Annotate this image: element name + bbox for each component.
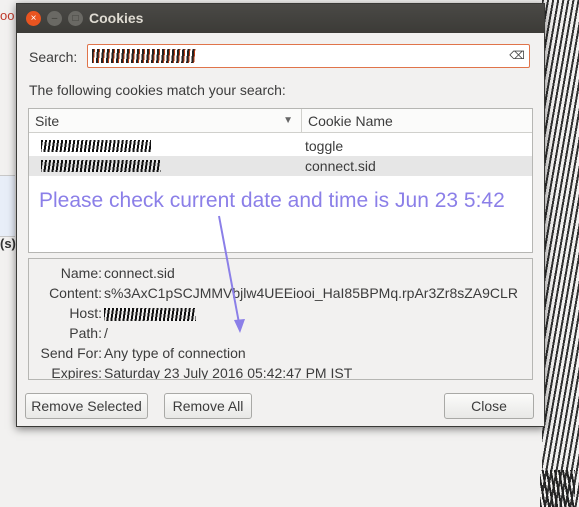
detail-label: Path:	[69, 325, 102, 341]
cookies-dialog: × – □ Cookies Search: ⌫ The following co…	[16, 3, 545, 427]
browser-selected-row-fragment	[0, 175, 15, 237]
cookie-details: Name: connect.sid Content: s%3AxC1pSCJMM…	[28, 258, 533, 380]
minimize-icon[interactable]: –	[47, 11, 62, 26]
detail-host-row: Host:	[29, 303, 532, 323]
sort-down-icon: ▼	[283, 115, 293, 126]
close-window-icon[interactable]: ×	[26, 11, 41, 26]
detail-value: Any type of connection	[104, 345, 246, 361]
dialog-title: Cookies	[89, 10, 144, 26]
redacted-site	[41, 140, 151, 152]
detail-label: Content:	[49, 285, 102, 301]
column-site-label: Site	[35, 113, 60, 129]
cookie-list[interactable]: Site ▼ Cookie Name toggle connect.sid	[28, 108, 533, 253]
detail-value[interactable]: s%3AxC1pSCJMMVbjlw4UEEiooi_HaI85BPMq.rpA…	[104, 283, 518, 303]
detail-content-row: Content: s%3AxC1pSCJMMVbjlw4UEEiooi_HaI8…	[29, 283, 532, 303]
redacted-host	[104, 307, 196, 321]
remove-selected-button[interactable]: Remove Selected	[25, 393, 148, 419]
remove-all-button[interactable]: Remove All	[164, 393, 252, 419]
annotation-text: Please check current date and time is Ju…	[39, 189, 505, 212]
detail-label: Send For:	[40, 345, 102, 361]
detail-value: Saturday 23 July 2016 05:42:47 PM IST	[104, 365, 353, 380]
browser-label-fragment: (s)	[0, 236, 16, 251]
detail-label: Host:	[69, 305, 102, 321]
detail-value	[104, 303, 196, 323]
detail-label: Expires:	[51, 365, 102, 380]
column-header-site[interactable]: Site ▼	[29, 109, 302, 133]
title-bar: × – □ Cookies	[17, 4, 544, 33]
detail-value: connect.sid	[104, 265, 175, 281]
clear-icon[interactable]: ⌫	[509, 48, 525, 64]
table-row[interactable]: toggle	[29, 136, 532, 156]
match-label: The following cookies match your search:	[29, 82, 286, 98]
redacted-site	[41, 160, 161, 172]
cookie-name-cell: toggle	[305, 138, 344, 154]
redaction-scribble	[540, 470, 575, 507]
detail-expires-row: Expires: Saturday 23 July 2016 05:42:47 …	[29, 363, 532, 380]
search-label: Search:	[29, 49, 78, 65]
cookie-name-cell: connect.sid	[305, 158, 376, 174]
detail-label: Name:	[60, 265, 102, 281]
table-row[interactable]: connect.sid	[29, 156, 532, 176]
maximize-icon[interactable]: □	[68, 11, 83, 26]
detail-path-row: Path: /	[29, 323, 532, 343]
browser-tab-fragment: oo	[0, 8, 15, 23]
redacted-search-text	[92, 49, 196, 63]
search-input[interactable]: ⌫	[87, 44, 530, 68]
detail-sendfor-row: Send For: Any type of connection	[29, 343, 532, 363]
close-button[interactable]: Close	[444, 393, 534, 419]
column-cookie-name-label: Cookie Name	[308, 113, 393, 129]
column-header-cookie-name[interactable]: Cookie Name	[302, 109, 532, 133]
detail-name-row: Name: connect.sid	[29, 263, 532, 283]
detail-value: /	[104, 325, 108, 341]
redaction-scribble	[542, 0, 579, 507]
